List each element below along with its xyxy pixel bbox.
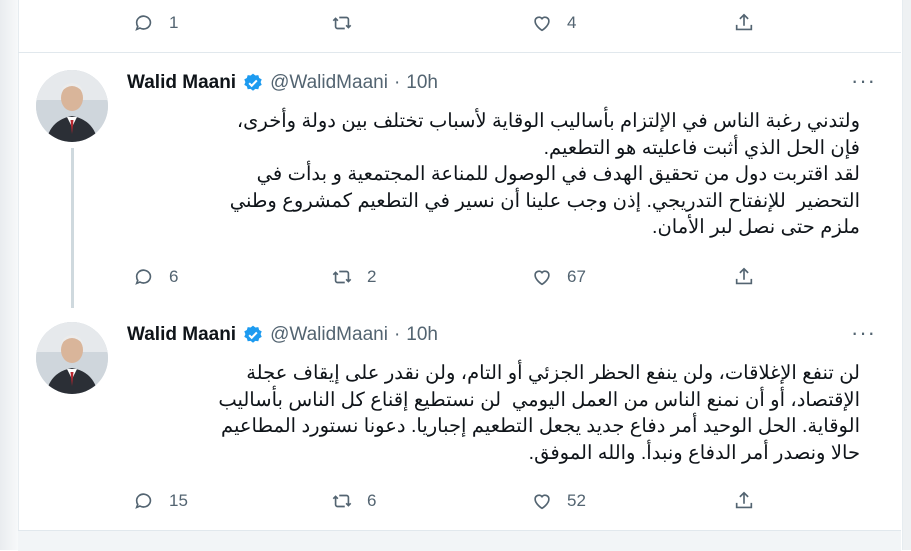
like-icon	[534, 16, 550, 32]
like-icon	[534, 494, 550, 510]
retweet-icon	[332, 494, 352, 508]
tweet-header: Walid Maani @WalidMaani · 10h	[127, 324, 438, 346]
retweet-button[interactable]	[331, 12, 367, 34]
timestamp[interactable]: 10h	[406, 72, 438, 94]
reply-icon	[135, 493, 152, 509]
like-count: 67	[567, 267, 586, 286]
reply-count: 15	[169, 491, 188, 510]
verified-badge-icon	[244, 325, 262, 343]
share-button[interactable]	[733, 490, 755, 512]
retweet-count: 6	[367, 491, 377, 510]
retweet-button[interactable]: 2	[331, 266, 376, 288]
retweet-count: 2	[367, 267, 377, 286]
like-button[interactable]: 67	[531, 266, 586, 288]
tweet-divider	[18, 52, 901, 53]
retweet-icon	[332, 270, 352, 284]
display-name[interactable]: Walid Maani	[127, 72, 236, 94]
tweet-header: Walid Maani @WalidMaani · 10h	[127, 72, 438, 94]
share-button[interactable]	[733, 266, 755, 288]
twitter-thread: 1 4 Walid Maani @WalidMaani · 10h ··· ول…	[0, 0, 911, 551]
like-icon	[534, 270, 550, 286]
reply-icon	[135, 269, 152, 285]
reply-count: 1	[169, 13, 179, 32]
tweet-text: لن تنفع الإغلاقات، ولن ينفع الحظر الجزئي…	[218, 362, 860, 464]
like-count: 4	[567, 13, 577, 32]
verified-badge-icon	[244, 73, 262, 91]
share-button[interactable]	[733, 12, 755, 34]
thread-connector	[71, 148, 74, 308]
avatar[interactable]	[36, 70, 108, 142]
timestamp[interactable]: 10h	[406, 324, 438, 346]
handle[interactable]: @WalidMaani	[270, 72, 388, 94]
more-icon[interactable]: ···	[851, 320, 876, 346]
display-name[interactable]: Walid Maani	[127, 324, 236, 346]
share-icon	[735, 267, 753, 285]
retweet-button[interactable]: 6	[331, 490, 376, 512]
like-button[interactable]: 4	[531, 12, 576, 34]
share-icon	[735, 491, 753, 509]
page-left-edge	[0, 0, 18, 550]
reply-button[interactable]: 6	[133, 266, 178, 288]
like-count: 52	[567, 491, 586, 510]
dot-separator: ·	[393, 324, 401, 345]
tweet-text: ولتدني رغبة الناس في الإلتزام بأساليب ال…	[229, 110, 860, 238]
reply-button[interactable]: 15	[133, 490, 188, 512]
timeline-bottom-divider	[18, 530, 901, 551]
more-icon[interactable]: ···	[851, 68, 876, 94]
dot-separator: ·	[393, 72, 401, 93]
share-icon	[735, 13, 753, 31]
like-button[interactable]: 52	[531, 490, 586, 512]
reply-button[interactable]: 1	[133, 12, 178, 34]
reply-count: 6	[169, 267, 179, 286]
retweet-icon	[332, 16, 352, 30]
handle[interactable]: @WalidMaani	[270, 324, 388, 346]
avatar[interactable]	[36, 322, 108, 394]
reply-icon	[135, 15, 152, 31]
